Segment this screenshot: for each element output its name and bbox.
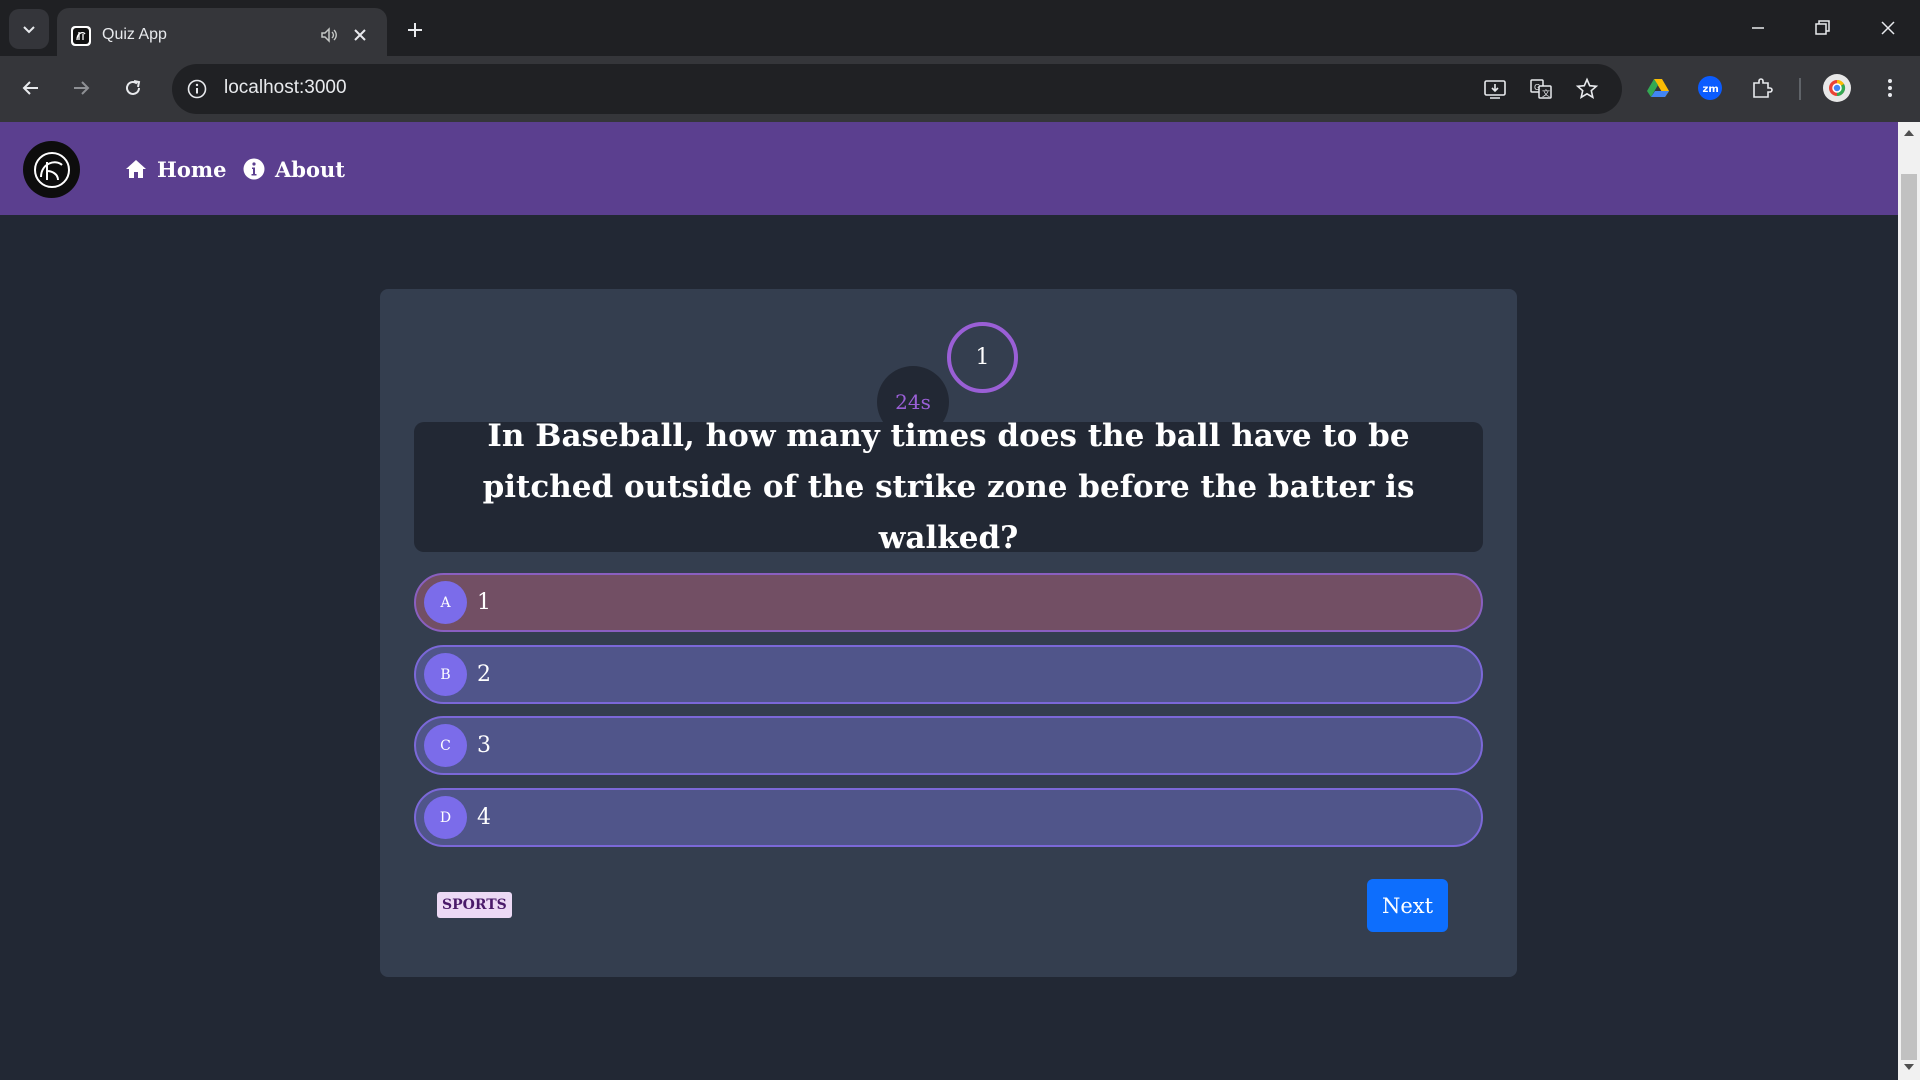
home-icon [126, 160, 146, 178]
address-bar[interactable]: localhost:3000 G文 [172, 64, 1622, 114]
reload-icon [126, 80, 141, 95]
tab-title: Quiz App [102, 26, 167, 43]
option-letter-badge: A [424, 581, 467, 624]
browser-tab-active[interactable]: Quiz App [57, 8, 387, 56]
option-letter-badge: C [424, 724, 467, 767]
svg-text:G: G [1534, 83, 1540, 92]
app-navbar: Home About [0, 122, 1898, 215]
favicon-icon [71, 26, 91, 46]
option-letter-badge: D [424, 796, 467, 839]
browser-menu-button[interactable] [1874, 72, 1906, 104]
quiz-card: 24s 1 In Baseball, how many times does t… [380, 289, 1517, 977]
kebab-menu-icon [1888, 79, 1892, 97]
scroll-thumb[interactable] [1901, 174, 1917, 1060]
speaker-icon[interactable] [318, 24, 340, 46]
question-text: In Baseball, how many times does the bal… [482, 417, 1415, 556]
browser-tabstrip: Quiz App [0, 0, 1920, 56]
answer-option-a[interactable]: A 1 [414, 573, 1483, 632]
profile-avatar[interactable] [1821, 72, 1853, 104]
nav-link-label: About [275, 156, 345, 182]
site-info-icon[interactable] [184, 76, 210, 102]
browser-toolbar: localhost:3000 G文 zm [0, 56, 1920, 122]
extensions-puzzle-icon[interactable] [1746, 72, 1778, 104]
zoom-extension-icon[interactable]: zm [1694, 72, 1726, 104]
option-text: 3 [477, 733, 491, 758]
option-text: 2 [477, 662, 491, 687]
question-number: 1 [975, 345, 990, 370]
option-text: 1 [477, 590, 491, 615]
info-icon [243, 158, 265, 180]
logo-icon [33, 151, 70, 188]
nav-link-about[interactable]: About [243, 154, 345, 184]
google-drive-icon[interactable] [1642, 72, 1674, 104]
scroll-down-arrow-icon[interactable] [1904, 1064, 1914, 1070]
restore-icon[interactable] [1808, 14, 1836, 42]
close-window-icon[interactable] [1874, 14, 1902, 42]
chevron-down-icon [23, 26, 35, 34]
category-badge: SPORTS [437, 892, 512, 918]
svg-text:文: 文 [1542, 88, 1550, 98]
answer-option-b[interactable]: B 2 [414, 645, 1483, 704]
svg-text:zm: zm [1703, 84, 1719, 95]
arrow-right-icon [74, 81, 90, 95]
next-button[interactable]: Next [1367, 879, 1448, 932]
answer-option-d[interactable]: D 4 [414, 788, 1483, 847]
reload-button[interactable] [116, 71, 150, 105]
page-viewport: Home About 24s 1 In Baseball, how many t… [0, 122, 1898, 1080]
translate-icon[interactable]: G文 [1528, 76, 1554, 102]
new-tab-icon[interactable] [401, 16, 429, 44]
minimize-icon[interactable] [1744, 14, 1772, 42]
nav-link-label: Home [157, 156, 227, 182]
url-text[interactable]: localhost:3000 [224, 77, 347, 99]
install-app-icon[interactable] [1482, 76, 1508, 102]
toolbar-divider [1799, 78, 1801, 100]
page-scrollbar[interactable] [1898, 122, 1920, 1080]
forward-button[interactable] [64, 71, 98, 105]
close-tab-icon[interactable] [349, 24, 371, 46]
nav-link-home[interactable]: Home [125, 154, 226, 184]
bookmark-star-icon[interactable] [1574, 76, 1600, 102]
tab-search-button[interactable] [9, 9, 49, 49]
back-button[interactable] [14, 71, 48, 105]
brand-logo[interactable] [23, 141, 80, 198]
option-text: 4 [477, 805, 491, 830]
question-box: In Baseball, how many times does the bal… [414, 418, 1483, 556]
scroll-up-arrow-icon[interactable] [1904, 130, 1914, 136]
answer-option-c[interactable]: C 3 [414, 716, 1483, 775]
question-number-circle: 1 [947, 322, 1018, 393]
arrow-left-icon [22, 81, 38, 95]
option-letter-badge: B [424, 653, 467, 696]
